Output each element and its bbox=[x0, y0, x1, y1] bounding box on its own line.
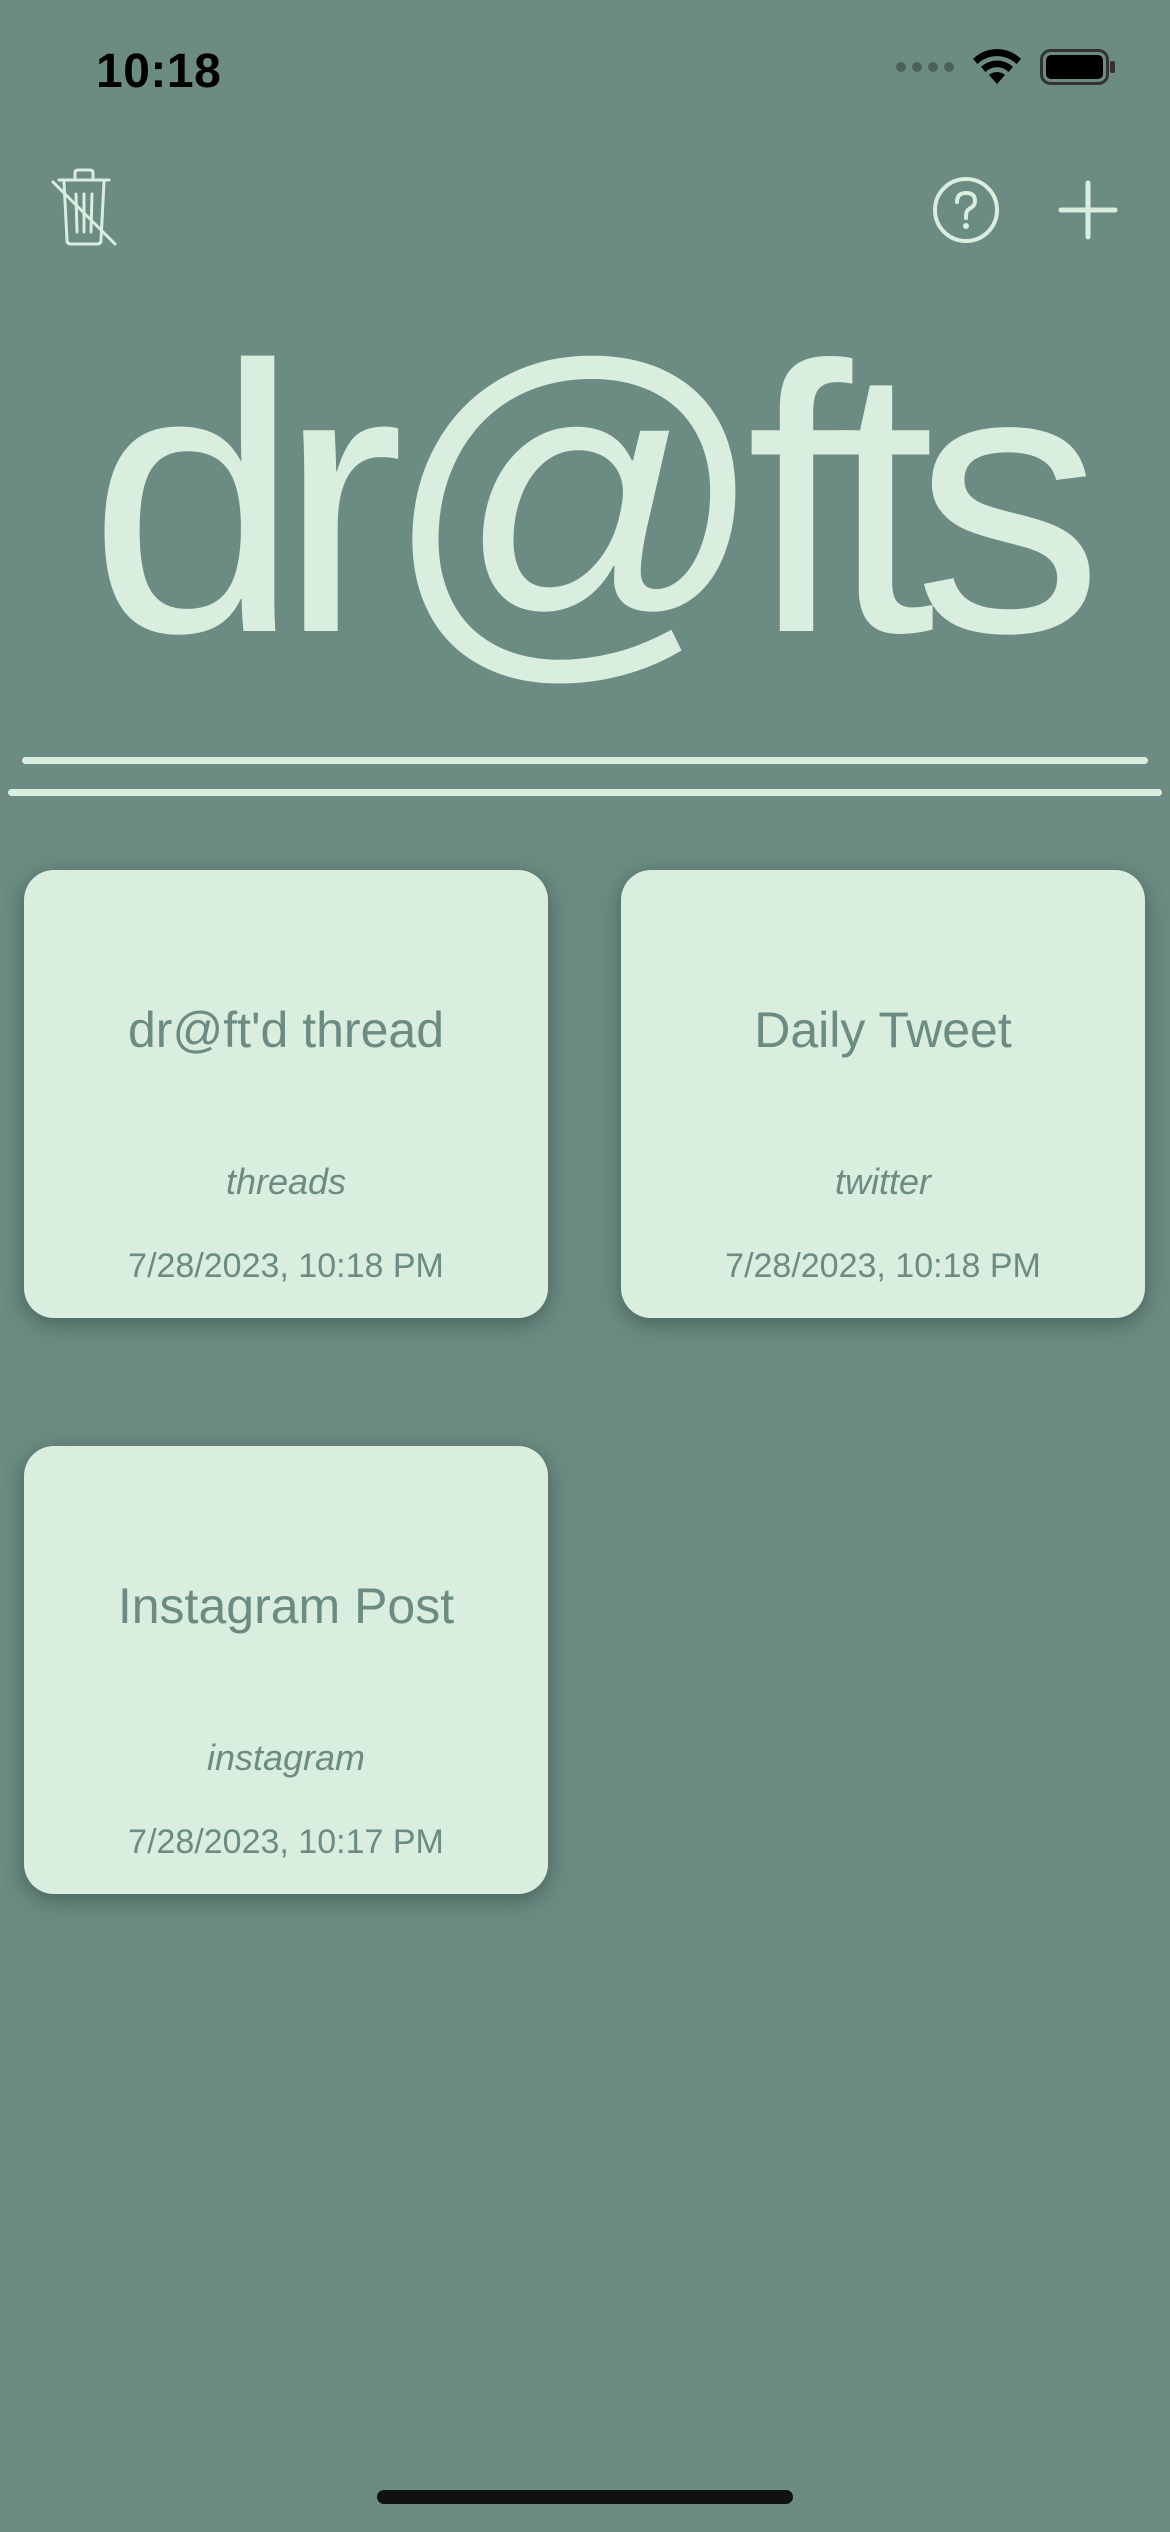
draft-date: 7/28/2023, 10:17 PM bbox=[128, 1823, 444, 1861]
add-draft-button[interactable] bbox=[1052, 174, 1124, 246]
draft-card[interactable]: dr@ft'd thread threads 7/28/2023, 10:18 … bbox=[24, 870, 548, 1318]
cellular-signal-icon bbox=[896, 62, 954, 72]
draft-date: 7/28/2023, 10:18 PM bbox=[725, 1247, 1041, 1285]
draft-title: Daily Tweet bbox=[754, 1002, 1012, 1058]
draft-title: dr@ft'd thread bbox=[127, 1002, 444, 1058]
draft-card[interactable]: Daily Tweet twitter 7/28/2023, 10:18 PM bbox=[621, 870, 1145, 1318]
delete-all-button[interactable] bbox=[46, 166, 122, 250]
home-indicator[interactable] bbox=[377, 2490, 793, 2504]
help-button[interactable] bbox=[928, 172, 1004, 248]
question-circle-icon bbox=[933, 177, 999, 243]
draft-platform: instagram bbox=[206, 1737, 366, 1778]
wifi-icon bbox=[973, 49, 1021, 84]
trash-slash-icon bbox=[51, 168, 117, 246]
battery-icon bbox=[1040, 49, 1115, 85]
app-logo: dr@fts bbox=[88, 287, 1104, 712]
status-icons bbox=[896, 48, 1116, 86]
draft-title: Instagram Post bbox=[117, 1578, 455, 1634]
draft-card[interactable]: Instagram Post instagram 7/28/2023, 10:1… bbox=[24, 1446, 548, 1894]
plus-icon bbox=[1058, 180, 1118, 240]
header-divider-bottom bbox=[8, 789, 1162, 796]
draft-platform: threads bbox=[225, 1161, 347, 1202]
draft-platform: twitter bbox=[834, 1161, 931, 1202]
status-time: 10:18 bbox=[96, 45, 222, 98]
draft-date: 7/28/2023, 10:18 PM bbox=[128, 1247, 444, 1285]
header-divider-top bbox=[22, 757, 1148, 764]
status-bar: 10:18 bbox=[0, 0, 1170, 140]
